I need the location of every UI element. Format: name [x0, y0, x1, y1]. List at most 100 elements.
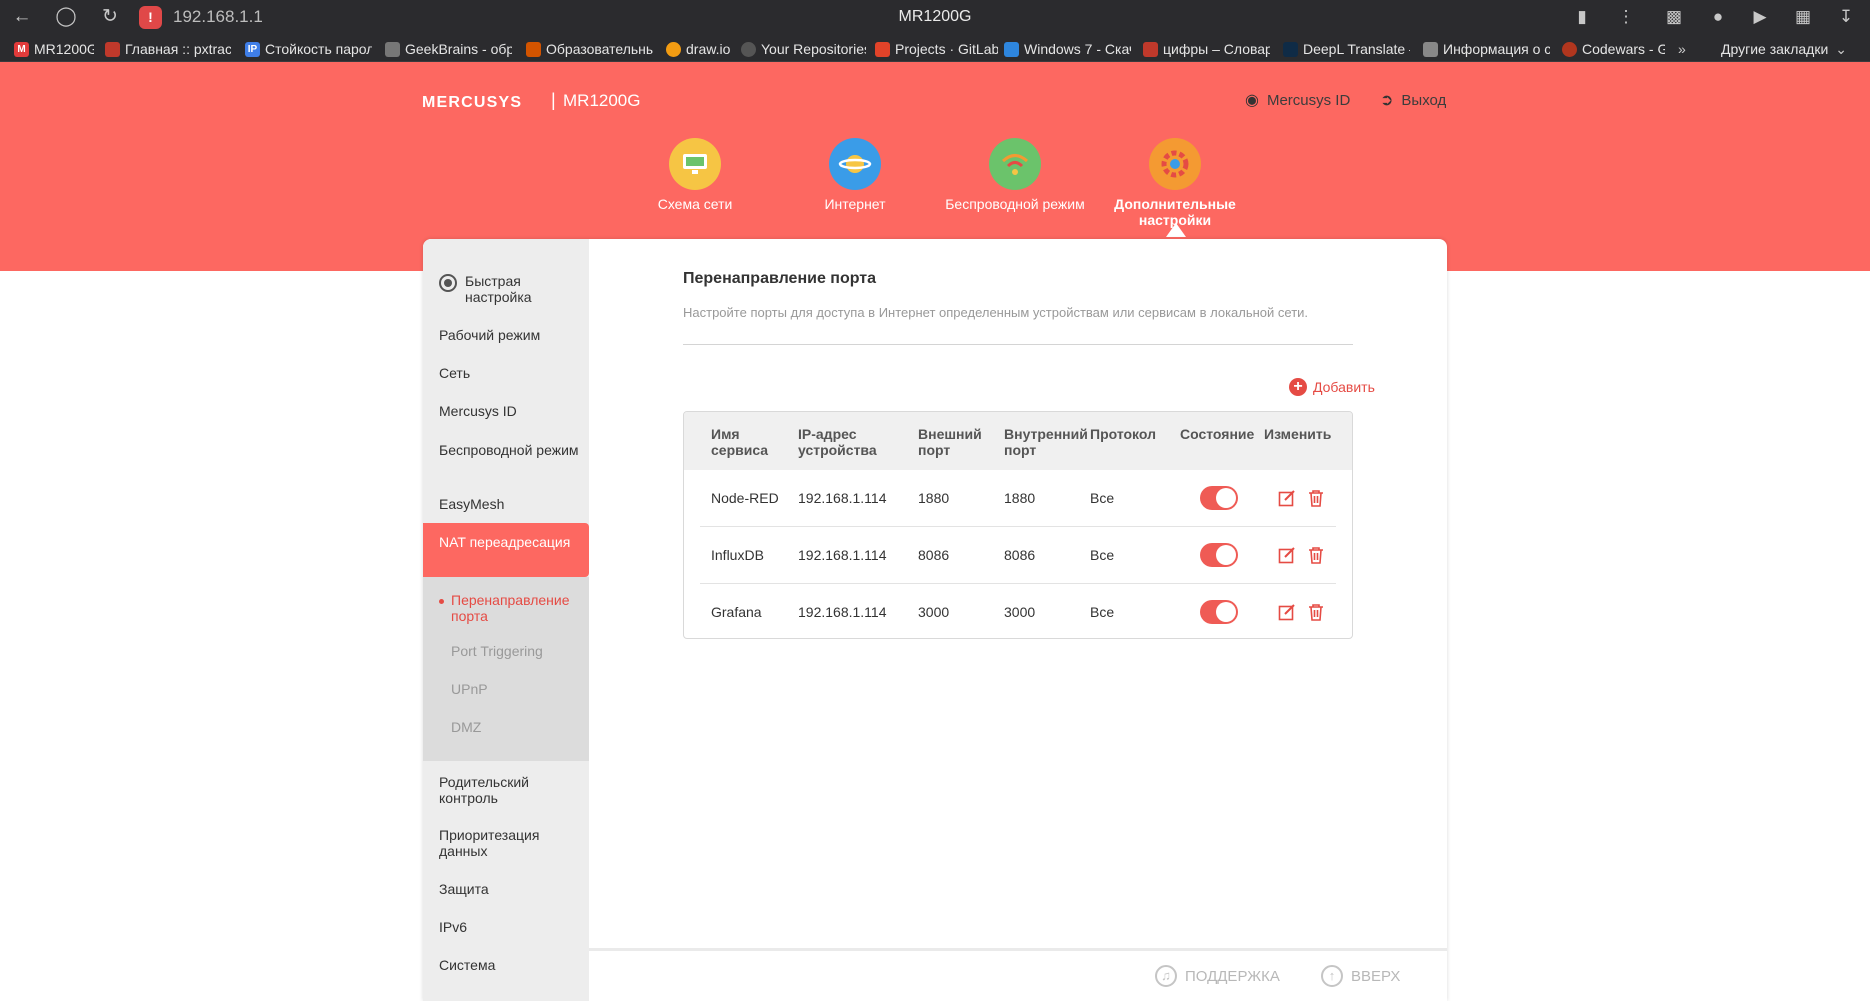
back-icon[interactable]: ←	[10, 5, 34, 29]
sidebar-item-easymesh[interactable]: EasyMesh	[439, 496, 579, 512]
external-port: 8086	[918, 547, 950, 563]
bookmark-item[interactable]: цифры – Словарь	[1143, 40, 1270, 58]
bookmark-item[interactable]: draw.io	[666, 40, 738, 58]
sidebar-item-wireless[interactable]: Беспроводной режим	[439, 442, 579, 458]
topnav-label: Беспроводной режим	[945, 196, 1085, 212]
device-ip: 192.168.1.114	[798, 547, 887, 563]
page-description: Настройте порты для доступа в Интернет о…	[683, 305, 1309, 320]
extension-icon[interactable]: ▩	[1661, 5, 1687, 29]
topnav-wireless[interactable]: Беспроводной режим	[940, 138, 1090, 212]
table-row: Node-RED 192.168.1.114 1880 1880 Все	[684, 470, 1352, 527]
bookmark-item[interactable]: IP Стойкость пароле	[245, 40, 372, 58]
edit-icon[interactable]	[1278, 603, 1296, 621]
trash-icon[interactable]	[1307, 546, 1325, 564]
sidebar-item-parental-control[interactable]: Родительский контроль	[439, 774, 579, 806]
table-row: InfluxDB 192.168.1.114 8086 8086 Все	[684, 527, 1352, 584]
bookmark-item[interactable]: Образовательны	[526, 40, 653, 58]
topnav-network-map[interactable]: Схема сети	[620, 138, 770, 212]
bookmark-item[interactable]: Your Repositories	[741, 40, 866, 58]
sidebar: Быстрая настройка Рабочий режим Сеть Mer…	[423, 239, 589, 1001]
sidebar-item-qos[interactable]: Приоритезация данных	[439, 827, 579, 859]
sidebar-item-system[interactable]: Система	[439, 957, 579, 973]
warning-icon[interactable]: !	[139, 6, 162, 29]
current-indicator-dot	[439, 599, 444, 604]
bookmark-item[interactable]: M MR1200G	[14, 40, 94, 58]
user-icon: ◉	[1245, 92, 1259, 109]
support-link[interactable]: ♫ ПОДДЕРЖКА	[1155, 965, 1280, 987]
wifi-icon	[989, 138, 1041, 190]
sidebar-item-network[interactable]: Сеть	[439, 365, 579, 381]
protocol: Все	[1090, 490, 1115, 506]
topnav-internet[interactable]: Интернет	[780, 138, 930, 212]
status-toggle[interactable]	[1200, 543, 1238, 567]
favicon	[526, 41, 541, 57]
bookmark-item[interactable]: DeepL Translate –	[1283, 40, 1410, 58]
deepl-icon	[1283, 41, 1298, 57]
submenu-upnp[interactable]: UPnP	[451, 681, 581, 697]
bookmark-icon[interactable]: ▮	[1569, 5, 1595, 29]
external-port: 1880	[918, 490, 950, 506]
internal-port: 1880	[1004, 490, 1036, 506]
menu-dots-icon[interactable]: ⋮	[1613, 5, 1639, 29]
logo-separator: |	[551, 90, 556, 110]
edit-icon[interactable]	[1278, 546, 1296, 564]
sidebar-item-quick-setup[interactable]: Быстрая настройка	[439, 273, 579, 305]
extension-icon[interactable]: ▦	[1790, 5, 1816, 29]
submenu-dmz[interactable]: DMZ	[451, 719, 581, 735]
browser-toolbar: ← ◯ ↻ ! 192.168.1.1 MR1200G ▮ ⋮ ▩ ● ▶ ▦ …	[0, 0, 1870, 34]
status-toggle[interactable]	[1200, 486, 1238, 510]
content-area: Перенаправление порта Настройте порты дл…	[589, 239, 1447, 1001]
sidebar-item-label: Быстрая настройка	[465, 273, 532, 305]
sidebar-item-ipv6[interactable]: IPv6	[439, 919, 579, 935]
column-header: Внутренний порт	[1004, 426, 1088, 458]
toggle-knob	[1216, 602, 1236, 622]
trash-icon[interactable]	[1307, 489, 1325, 507]
bookmark-item[interactable]: Главная :: pxtracke	[105, 40, 231, 58]
media-icon[interactable]: ▶	[1747, 5, 1773, 29]
topnav-advanced[interactable]: Дополнительные настройки	[1100, 138, 1250, 228]
bookmark-item[interactable]: Codewars - G	[1562, 40, 1665, 58]
add-button[interactable]: + Добавить	[1289, 378, 1375, 396]
bookmark-item[interactable]: Windows 7 - Скача	[1004, 40, 1131, 58]
favicon: M	[14, 41, 29, 57]
submenu-port-triggering[interactable]: Port Triggering	[451, 643, 581, 659]
edit-icon[interactable]	[1278, 489, 1296, 507]
sidebar-item-nat[interactable]: NAT переадресация	[423, 523, 589, 577]
sidebar-item-operation-mode[interactable]: Рабочий режим	[439, 327, 579, 343]
extension-icon[interactable]: ●	[1705, 5, 1731, 29]
main-panel: Быстрая настройка Рабочий режим Сеть Mer…	[423, 239, 1447, 1001]
bookmark-item[interactable]: Информация о сч	[1423, 40, 1550, 58]
favicon	[666, 41, 681, 57]
reload-icon[interactable]: ↻	[98, 5, 122, 29]
sidebar-item-mercusys-id[interactable]: Mercusys ID	[439, 403, 579, 419]
brand-logo: MERCUSYS	[422, 94, 523, 111]
settings-icon	[1149, 138, 1201, 190]
bookmark-item[interactable]: GeekBrains - обра	[385, 40, 512, 58]
status-toggle[interactable]	[1200, 600, 1238, 624]
favicon	[385, 41, 400, 57]
back-to-top-link[interactable]: ↑ ВВЕРХ	[1321, 965, 1400, 987]
other-bookmarks[interactable]: Другие закладки ⌄	[1721, 40, 1866, 58]
protocol: Все	[1090, 604, 1115, 620]
trash-icon[interactable]	[1307, 603, 1325, 621]
download-icon[interactable]: ↧	[1833, 5, 1859, 29]
gear-icon	[439, 274, 457, 292]
github-icon	[741, 41, 756, 57]
topnav-label: Схема сети	[657, 196, 733, 212]
submenu-port-forwarding[interactable]: Перенаправление порта	[451, 592, 581, 624]
sidebar-item-security[interactable]: Защита	[439, 881, 579, 897]
column-header: Состояние	[1180, 426, 1255, 442]
bookmark-item[interactable]: Projects · GitLab	[875, 40, 998, 58]
divider	[683, 344, 1353, 345]
address-bar[interactable]: 192.168.1.1	[173, 7, 263, 27]
device-ip: 192.168.1.114	[798, 490, 887, 506]
favicon: IP	[245, 41, 260, 57]
logout-link[interactable]: ➲ Выход	[1380, 90, 1446, 110]
yandex-icon[interactable]: ◯	[54, 5, 78, 29]
column-header: Изменить	[1264, 426, 1332, 442]
chevron-right-icon[interactable]: »	[1678, 40, 1694, 58]
mercusys-id-link[interactable]: ◉ Mercusys ID	[1245, 90, 1350, 110]
add-button-label: Добавить	[1313, 379, 1375, 395]
protocol: Все	[1090, 547, 1115, 563]
chevron-down-icon: ⌄	[1835, 40, 1848, 57]
